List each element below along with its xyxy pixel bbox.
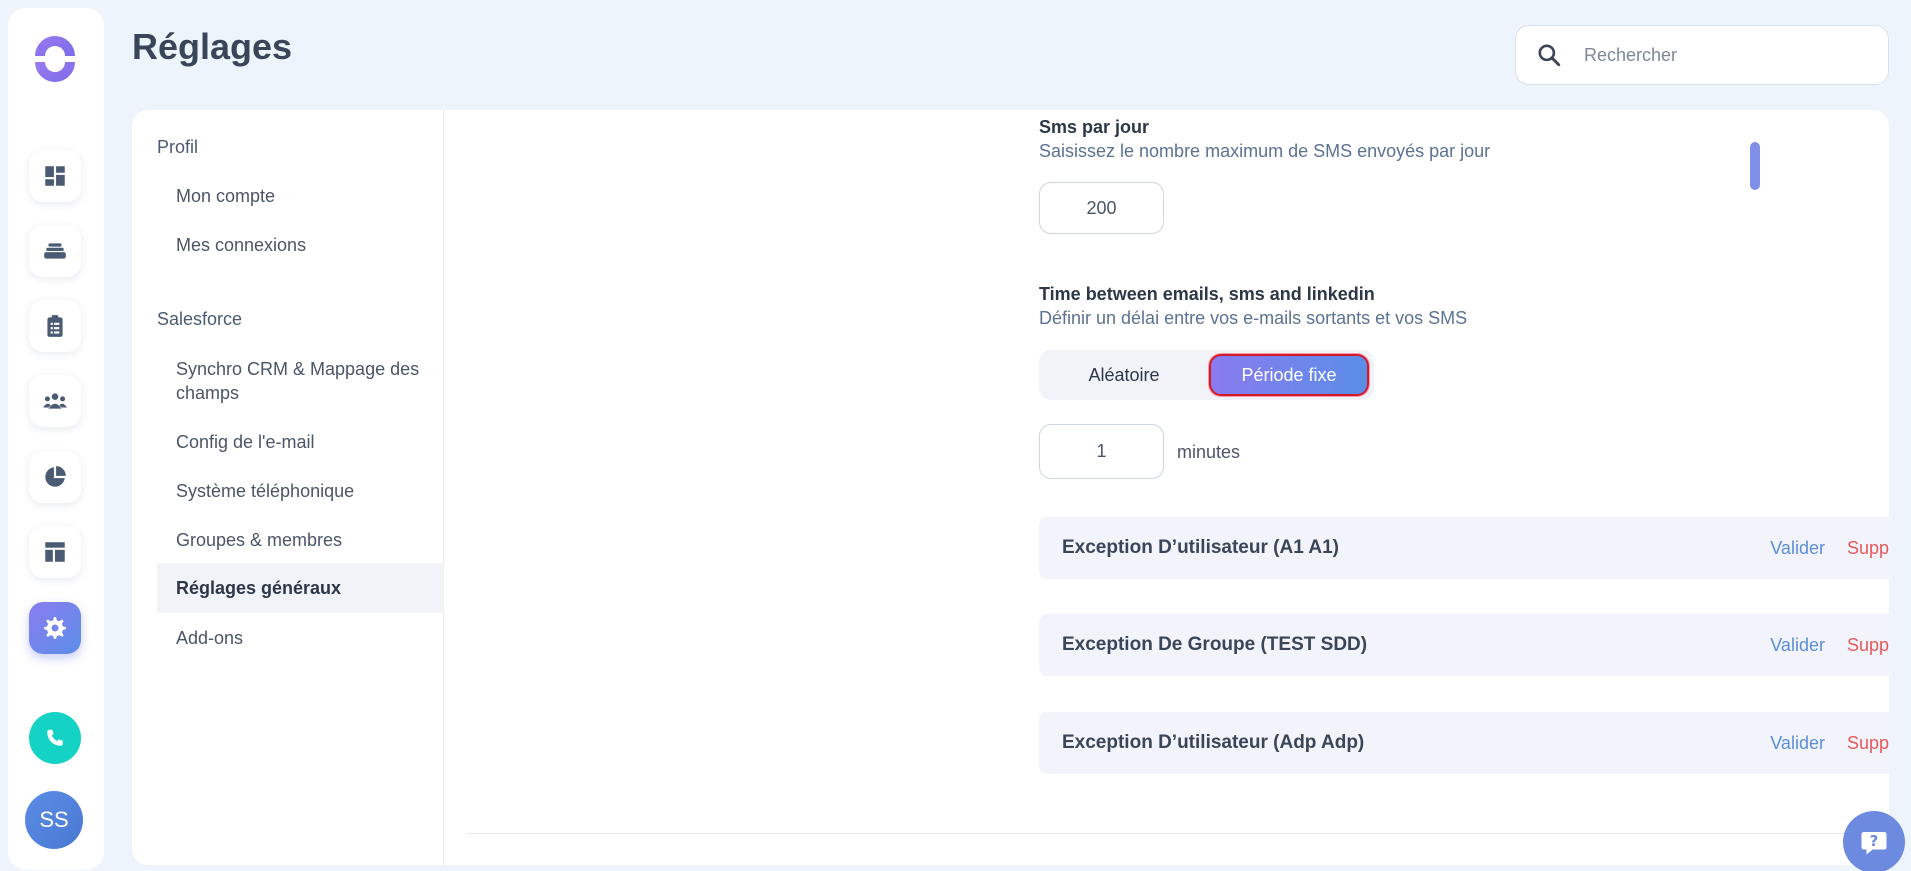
exception-title: Exception De Groupe (TEST SDD) — [1062, 634, 1368, 655]
search-box[interactable] — [1515, 25, 1889, 85]
rail-layers-button[interactable] — [29, 225, 81, 277]
rail-users-button[interactable] — [29, 375, 81, 427]
subnav-section-profil: Profil — [157, 137, 199, 157]
sms-description: Saisissez le nombre maximum de SMS envoy… — [1039, 141, 1491, 161]
phone-icon — [47, 729, 63, 746]
subnav-item-reglages-generaux[interactable]: Réglages généraux — [157, 563, 444, 613]
subnav-item-groupes-membres[interactable]: Groupes & membres — [157, 528, 444, 552]
users-icon — [43, 393, 67, 409]
page-title: Réglages — [132, 26, 293, 67]
exception-delete-button[interactable]: Supprimer — [1847, 538, 1889, 559]
layout-icon — [45, 542, 65, 562]
exception-validate-button[interactable]: Valider — [1770, 733, 1825, 754]
delay-description: Définir un délai entre vos e-mails sorta… — [1039, 308, 1468, 328]
settings-subnav: Profil Mon compte Mes connexions Salesfo… — [132, 110, 444, 865]
gear-icon — [44, 616, 66, 640]
subnav-item-systeme-telephonique[interactable]: Système téléphonique — [157, 479, 444, 503]
avatar[interactable]: SS — [25, 791, 83, 849]
exception-title: Exception D’utilisateur (A1 A1) — [1062, 537, 1339, 558]
delay-title: Time between emails, sms and linkedin — [1039, 284, 1375, 304]
sms-per-day-input[interactable]: 200 — [1039, 182, 1164, 234]
left-rail: SS — [8, 8, 104, 870]
pie-chart-icon — [45, 466, 66, 487]
exception-title: Exception D’utilisateur (Adp Adp) — [1062, 732, 1365, 753]
rail-settings-button[interactable] — [29, 602, 81, 654]
rail-reports-button[interactable] — [29, 451, 81, 503]
avatar-initials: SS — [39, 807, 69, 832]
exception-delete-button[interactable]: Supprimer — [1847, 635, 1889, 656]
main-panel: Profil Mon compte Mes connexions Salesfo… — [132, 110, 1889, 865]
subnav-item-config-email[interactable]: Config de l'e-mail — [157, 430, 444, 454]
svg-text:?: ? — [1870, 832, 1879, 850]
search-icon — [1538, 44, 1561, 67]
clipboard-icon — [47, 315, 63, 337]
search-input[interactable] — [1584, 44, 1864, 66]
delay-unit: minutes — [1177, 442, 1241, 462]
settings-content: Sms par jour Saisissez le nombre maximum… — [444, 110, 1889, 865]
delay-option-aleatoire[interactable]: Aléatoire — [1039, 354, 1209, 396]
app-logo[interactable] — [30, 34, 80, 84]
exception-card[interactable]: Exception D’utilisateur (A1 A1) Valider … — [1039, 517, 1889, 579]
subnav-item-synchro-crm[interactable]: Synchro CRM & Mappage des champs — [157, 357, 444, 405]
delay-value-input[interactable]: 1 — [1039, 424, 1164, 479]
layers-icon — [44, 243, 66, 259]
subnav-item-add-ons[interactable]: Add-ons — [157, 626, 444, 650]
help-chat-button[interactable]: ? — [1843, 811, 1905, 871]
rail-clipboard-button[interactable] — [29, 300, 81, 352]
sms-title: Sms par jour — [1039, 117, 1150, 137]
exception-validate-button[interactable]: Valider — [1770, 538, 1825, 559]
help-chat-icon: ? — [1861, 832, 1887, 855]
rail-templates-button[interactable] — [29, 526, 81, 578]
subnav-section-salesforce: Salesforce — [157, 309, 243, 329]
rail-dashboard-button[interactable] — [29, 150, 81, 202]
scrollbar-thumb[interactable] — [1750, 142, 1760, 190]
delay-mode-toggle: Aléatoire Période fixe — [1039, 350, 1374, 400]
subnav-item-mes-connexions[interactable]: Mes connexions — [157, 233, 444, 257]
content-divider — [467, 833, 1889, 834]
exception-card[interactable]: Exception D’utilisateur (Adp Adp) Valide… — [1039, 712, 1889, 774]
dashboard-icon — [45, 166, 65, 186]
exception-card[interactable]: Exception De Groupe (TEST SDD) Valider S… — [1039, 614, 1889, 676]
exception-validate-button[interactable]: Valider — [1770, 635, 1825, 656]
phone-button[interactable] — [29, 712, 81, 764]
exception-delete-button[interactable]: Supprimer — [1847, 733, 1889, 754]
subnav-item-mon-compte[interactable]: Mon compte — [157, 184, 444, 208]
delay-option-periode-fixe[interactable]: Période fixe — [1209, 354, 1369, 396]
